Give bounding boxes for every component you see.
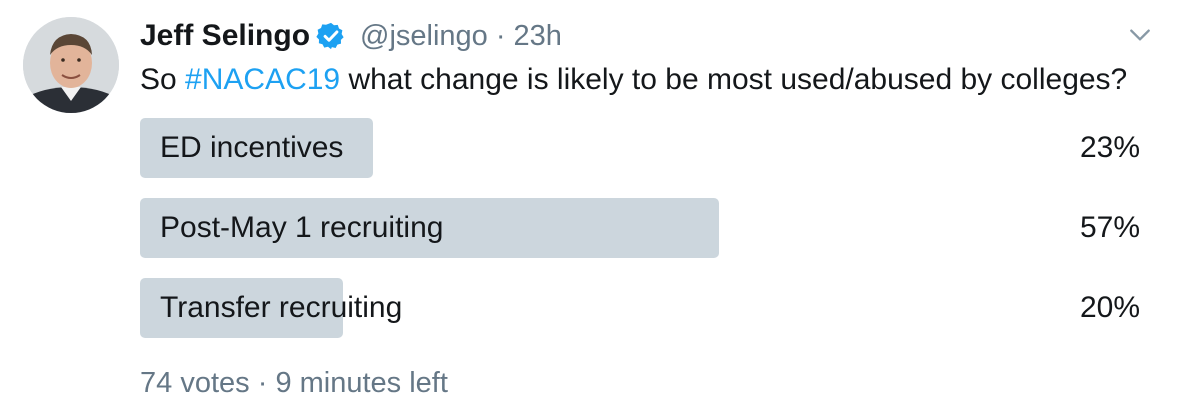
header-separator: · <box>495 19 506 52</box>
poll-option-label: Post-May 1 recruiting <box>160 211 444 244</box>
poll-option: Post-May 1 recruiting 57% <box>140 198 1140 258</box>
poll-option: Transfer recruiting 20% <box>140 278 1140 338</box>
time-left: 9 minutes left <box>275 367 448 399</box>
poll-option: ED incentives 23% <box>140 118 1140 178</box>
author-name[interactable]: Jeff Selingo <box>140 19 310 53</box>
hashtag-link[interactable]: #NACAC19 <box>185 63 340 96</box>
poll-option-percent: 20% <box>1079 291 1140 324</box>
poll-option-percent: 57% <box>1079 211 1140 244</box>
poll-footer: 74 votes · 9 minutes left <box>140 367 448 400</box>
poll-option-label: ED incentives <box>160 131 344 164</box>
tweet-text-start: So <box>140 63 186 96</box>
tweet-text: So #NACAC19 what change is likely to be … <box>140 60 1127 100</box>
chevron-down-icon <box>1130 29 1150 41</box>
tweet-timestamp[interactable]: 23h <box>513 20 561 53</box>
verified-badge-icon <box>316 22 344 50</box>
poll-option-percent: 23% <box>1079 131 1140 164</box>
tweet-text-end: what change is likely to be most used/ab… <box>340 63 1128 96</box>
avatar[interactable] <box>23 17 119 113</box>
user-avatar <box>23 17 119 113</box>
author-handle[interactable]: @jselingo <box>360 20 488 53</box>
poll: ED incentives 23% Post-May 1 recruiting … <box>140 118 1140 358</box>
vote-count: 74 votes <box>140 367 250 399</box>
tweet-menu-button[interactable] <box>1122 20 1158 50</box>
tweet-card: Jeff Selingo @jselingo · 23h So #NACAC19… <box>0 0 1190 414</box>
tweet-header: Jeff Selingo @jselingo · 23h <box>140 14 562 58</box>
poll-option-label: Transfer recruiting <box>160 291 403 324</box>
footer-separator: · <box>257 367 268 399</box>
